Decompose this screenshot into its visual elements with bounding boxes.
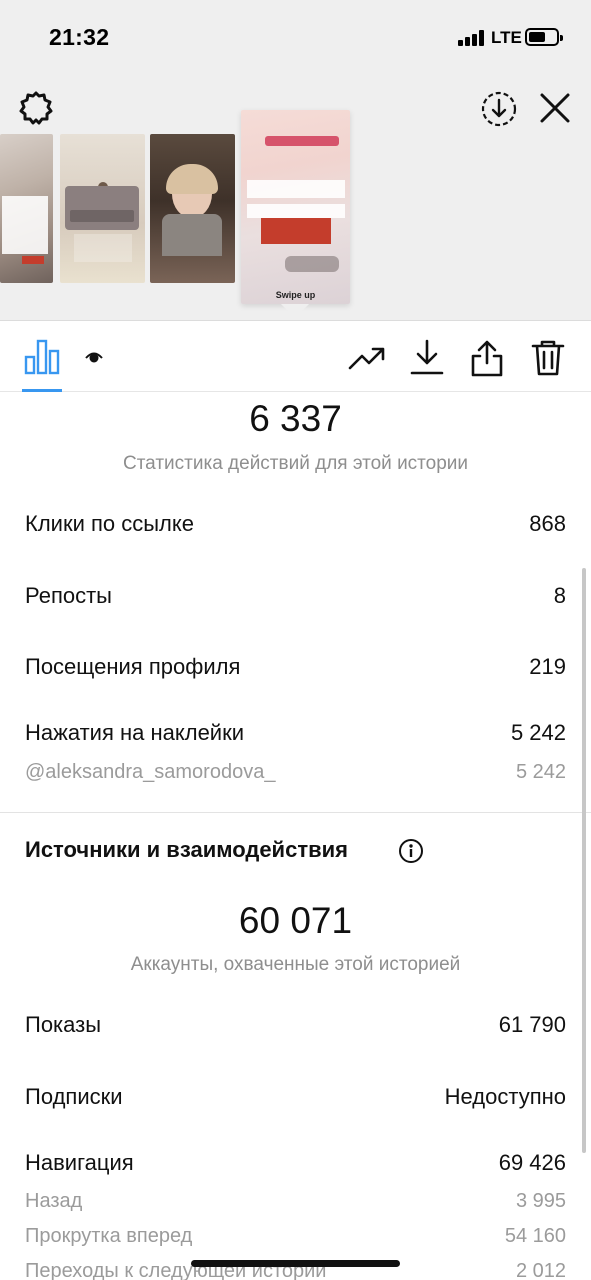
insights-toolbar: [0, 320, 591, 392]
stat-label: Назад: [25, 1190, 83, 1212]
reach-caption: Аккаунты, охваченные этой историей: [130, 954, 461, 975]
gear-icon[interactable]: [18, 90, 54, 126]
stat-label: @aleksandra_samorodova_: [25, 761, 276, 783]
stat-label: Клики по ссылке: [25, 511, 194, 536]
eye-icon[interactable]: [84, 349, 104, 365]
stat-value: Недоступно: [444, 1084, 566, 1109]
download-circle-icon[interactable]: [480, 90, 518, 128]
stat-label: Подписки: [25, 1084, 123, 1109]
status-time: 21:32: [49, 24, 110, 50]
stat-value: 5 242: [510, 720, 566, 745]
stat-value: 3 995: [515, 1190, 566, 1212]
story-thumbnail[interactable]: [60, 134, 145, 283]
stat-label: Показы: [25, 1012, 102, 1037]
stat-value: 5 242: [515, 761, 566, 783]
stat-label: Репосты: [25, 583, 112, 608]
stat-label: Посещения профиля: [25, 654, 241, 679]
stat-row-navigation: Навигация 69 426: [25, 1150, 566, 1180]
scrollbar[interactable]: [582, 568, 586, 1153]
battery-icon: [525, 28, 563, 46]
actions-total: 6 337: [249, 398, 342, 439]
stat-label: Нажатия на наклейки: [25, 720, 245, 745]
trending-up-icon[interactable]: [348, 345, 386, 371]
actions-caption: Статистика действий для этой истории: [122, 453, 469, 474]
section-title: Источники и взаимодействия: [25, 837, 348, 862]
stat-value: 219: [529, 654, 566, 679]
home-indicator[interactable]: [191, 1260, 400, 1267]
close-icon[interactable]: [537, 90, 573, 126]
share-icon[interactable]: [470, 339, 504, 377]
swipe-up-label: Swipe up: [275, 290, 316, 300]
stat-value: 8: [553, 583, 566, 608]
stat-value: 61 790: [498, 1012, 566, 1037]
stat-label: Навигация: [25, 1150, 134, 1175]
stat-value: 69 426: [498, 1150, 566, 1175]
stat-row-link-clicks: Клики по ссылке 868: [25, 511, 566, 541]
active-tab-indicator: [22, 389, 62, 392]
stat-subrow-mention[interactable]: @aleksandra_samorodova_ 5 242: [25, 761, 566, 791]
story-thumbnail-current[interactable]: Swipe up: [241, 110, 350, 304]
reach-total: 60 071: [238, 900, 353, 941]
stat-value: 2 012: [515, 1260, 566, 1280]
stat-subrow-forward: Прокрутка вперед 54 160: [25, 1225, 566, 1255]
signal-icon: [458, 30, 486, 46]
status-bar: 21:32 LTE: [0, 0, 591, 76]
info-icon[interactable]: [398, 838, 424, 864]
stat-row-follows: Подписки Недоступно: [25, 1084, 566, 1114]
stat-row-impressions: Показы 61 790: [25, 1012, 566, 1042]
download-icon[interactable]: [410, 339, 444, 375]
stat-row-sticker-taps: Нажатия на наклейки 5 242: [25, 720, 566, 750]
network-label: LTE: [491, 28, 522, 47]
selected-story-caret: [281, 304, 309, 318]
trash-icon[interactable]: [530, 339, 566, 377]
stat-label: Прокрутка вперед: [25, 1225, 193, 1247]
stat-value: 868: [529, 511, 566, 536]
stat-row-reposts: Репосты 8: [25, 583, 566, 613]
stat-row-profile-visits: Посещения профиля 219: [25, 654, 566, 684]
story-preview-area: 21:32 LTE Swipe up: [0, 0, 591, 320]
story-thumbnail[interactable]: [0, 134, 53, 283]
bar-chart-icon[interactable]: [24, 339, 60, 375]
section-divider: [0, 812, 591, 813]
story-thumbnail[interactable]: [150, 134, 235, 283]
stat-subrow-back: Назад 3 995: [25, 1190, 566, 1220]
stat-value: 54 160: [504, 1225, 566, 1247]
